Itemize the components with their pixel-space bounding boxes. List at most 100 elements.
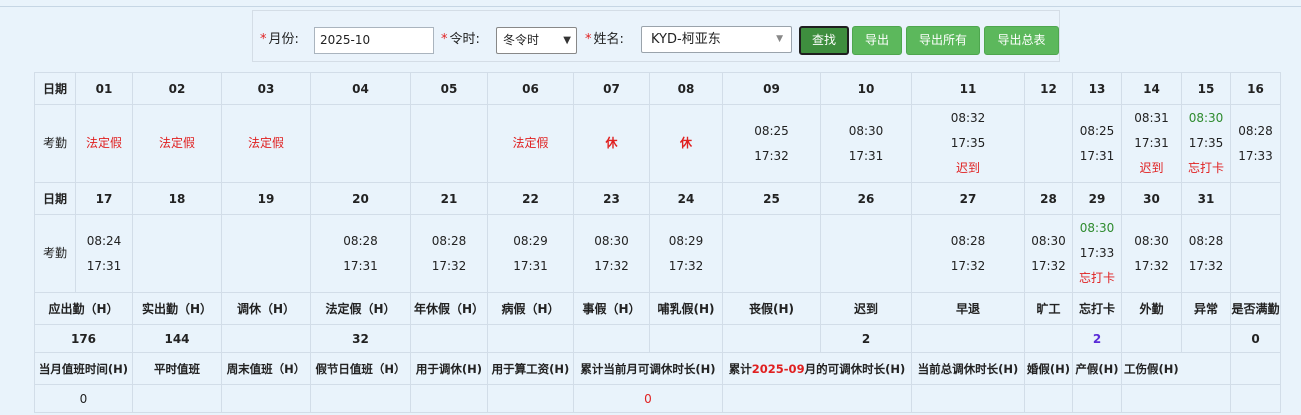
attendance-cell: 08:32 17:35 迟到 — [911, 104, 1025, 183]
summary-value: 0 — [1230, 324, 1281, 353]
overtime-header: 平时值班 — [132, 352, 222, 385]
attendance-cell: 08:28 17:32 — [1181, 214, 1231, 293]
attendance-row-week1: 考勤 法定假 法定假 法定假 法定假 休 休 08:25 17:32 08:30 1… — [34, 104, 1281, 183]
attendance-cell: 08:29 17:32 — [649, 214, 723, 293]
overtime-value — [221, 384, 311, 413]
attendance-cell — [410, 104, 488, 183]
attendance-cell — [132, 214, 222, 293]
day-cell: 18 — [132, 182, 222, 215]
overtime-header: 假节日值班（H） — [310, 352, 411, 385]
attendance-cell — [1024, 104, 1073, 183]
day-cell: 27 — [911, 182, 1025, 215]
date-row-week1: 日期 01 02 03 04 05 06 07 08 09 10 11 12 1… — [34, 72, 1281, 105]
day-cell: 02 — [132, 72, 222, 105]
attendance-cell: 08:30 17:31 — [820, 104, 912, 183]
overtime-header: 用于算工资(H) — [487, 352, 574, 385]
overtime-value — [1024, 384, 1073, 413]
summary-value — [487, 324, 574, 353]
attendance-cell: 08:30 17:32 — [573, 214, 650, 293]
day-cell: 07 — [573, 72, 650, 105]
summary-header: 调休（H） — [221, 292, 311, 325]
overtime-header: 当前总调休时长(H) — [911, 352, 1025, 385]
summary-header: 旷工 — [1024, 292, 1073, 325]
summary-header: 忘打卡 — [1072, 292, 1122, 325]
top-divider — [0, 6, 1301, 7]
summary-header: 早退 — [911, 292, 1025, 325]
day-cell: 06 — [487, 72, 574, 105]
attendance-cell — [221, 214, 311, 293]
summary-value — [1181, 324, 1231, 353]
attendance-cell: 08:30 17:32 — [1121, 214, 1182, 293]
export-all-button[interactable]: 导出所有 — [906, 26, 980, 55]
overtime-value-row: 0 0 — [34, 384, 1281, 413]
overtime-header: 产假(H) — [1072, 352, 1122, 385]
export-button[interactable]: 导出 — [852, 26, 902, 55]
summary-value: 32 — [310, 324, 411, 353]
overtime-value — [1072, 384, 1122, 413]
overtime-header: 当月值班时间(H) — [34, 352, 133, 385]
summary-value: 176 — [34, 324, 133, 353]
chevron-down-icon: ▼ — [563, 35, 571, 46]
summary-value-row: 176 144 32 2 2 0 — [34, 324, 1281, 353]
date-row-label: 日期 — [34, 72, 76, 105]
summary-header: 实出勤（H） — [132, 292, 222, 325]
summary-header: 应出勤（H） — [34, 292, 133, 325]
summary-header-row: 应出勤（H） 实出勤（H） 调休（H） 法定假（H） 年休假（H） 病假（H） … — [34, 292, 1281, 325]
attendance-table: 日期 01 02 03 04 05 06 07 08 09 10 11 12 1… — [34, 72, 1281, 413]
day-cell: 08 — [649, 72, 723, 105]
summary-header: 法定假（H） — [310, 292, 411, 325]
attendance-cell: 08:30 17:33 忘打卡 — [1072, 214, 1122, 293]
day-cell: 04 — [310, 72, 411, 105]
summary-value — [911, 324, 1025, 353]
summary-value: 144 — [132, 324, 222, 353]
attendance-cell: 08:28 17:32 — [911, 214, 1025, 293]
day-cell: 21 — [410, 182, 488, 215]
summary-header: 丧假(H) — [722, 292, 821, 325]
season-select[interactable]: 冬令时 ▼ — [496, 27, 577, 54]
summary-value — [410, 324, 488, 353]
caret-down-icon: ▼ — [776, 34, 783, 44]
overtime-header: 用于调休(H) — [410, 352, 488, 385]
attendance-cell: 法定假 — [487, 104, 574, 183]
search-button[interactable]: 查找 — [799, 26, 849, 55]
attendance-cell: 休 — [573, 104, 650, 183]
day-cell: 30 — [1121, 182, 1182, 215]
day-cell: 15 — [1181, 72, 1231, 105]
day-cell: 05 — [410, 72, 488, 105]
summary-header: 年休假（H） — [410, 292, 488, 325]
attendance-cell — [310, 104, 411, 183]
overtime-value — [310, 384, 411, 413]
day-cell: 22 — [487, 182, 574, 215]
day-cell: 03 — [221, 72, 311, 105]
day-cell: 11 — [911, 72, 1025, 105]
attendance-row-label: 考勤 — [34, 214, 76, 293]
name-combobox[interactable]: KYD-柯亚东 ▼ — [641, 26, 792, 53]
attendance-cell: 08:24 17:31 — [75, 214, 133, 293]
day-cell: 28 — [1024, 182, 1073, 215]
month-label: * 月份: — [260, 32, 299, 47]
day-cell: 17 — [75, 182, 133, 215]
day-cell: 12 — [1024, 72, 1073, 105]
overtime-header: 累计当前月可调休时长(H) — [573, 352, 723, 385]
summary-header: 迟到 — [820, 292, 912, 325]
overtime-header: 周末值班（H） — [221, 352, 311, 385]
attendance-cell: 08:31 17:31 迟到 — [1121, 104, 1182, 183]
attendance-cell: 法定假 — [132, 104, 222, 183]
day-cell: 25 — [722, 182, 821, 215]
day-cell: 13 — [1072, 72, 1122, 105]
overtime-value — [410, 384, 488, 413]
date-row-label: 日期 — [34, 182, 76, 215]
summary-value — [1121, 324, 1182, 353]
overtime-value — [1121, 384, 1231, 413]
day-cell — [1230, 182, 1281, 215]
attendance-cell — [1230, 214, 1281, 293]
export-summary-button[interactable]: 导出总表 — [984, 26, 1059, 55]
day-cell: 01 — [75, 72, 133, 105]
overtime-header: 工伤假(H) — [1121, 352, 1231, 385]
day-cell: 24 — [649, 182, 723, 215]
overtime-header-prev-month: 累计2025-09月的可调休时长(H) — [722, 352, 912, 385]
attendance-cell: 08:25 17:32 — [722, 104, 821, 183]
day-cell: 20 — [310, 182, 411, 215]
summary-value — [649, 324, 723, 353]
month-input[interactable]: 2025-10 — [314, 27, 434, 54]
